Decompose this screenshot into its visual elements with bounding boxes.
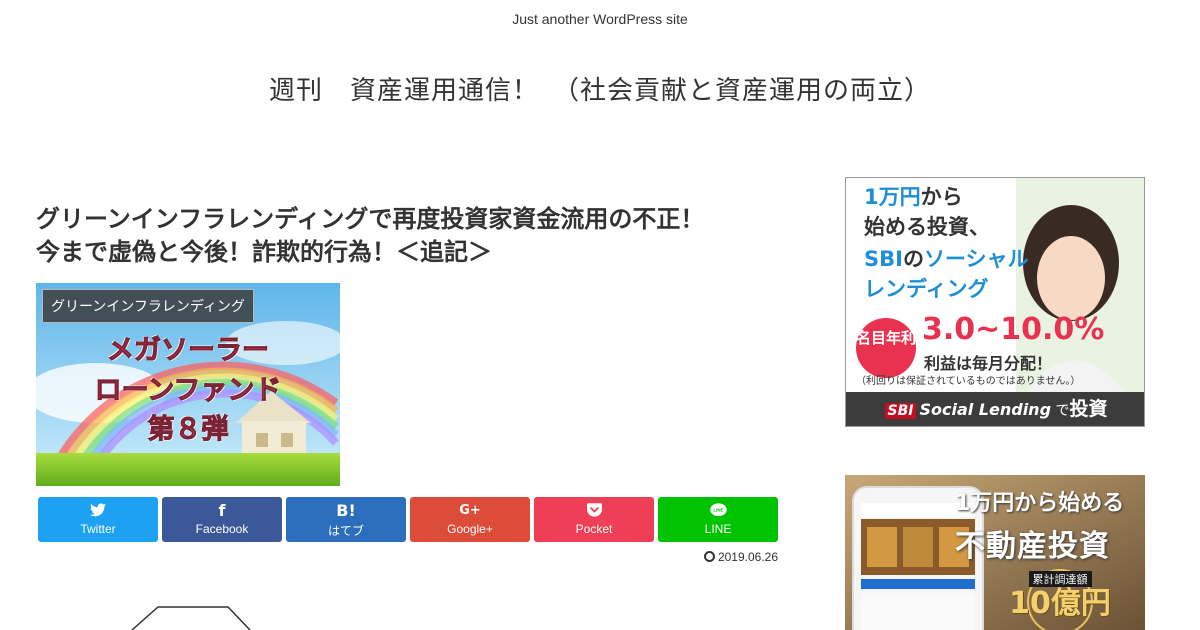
share-pocket-label: Pocket	[575, 522, 613, 536]
ad1-line3: SBIのソーシャル	[864, 247, 1029, 271]
eyecatch-text-1: メガソーラー	[107, 335, 270, 367]
article-title-line2: 今まで虚偽と今後！詐欺的行為！＜追記＞	[36, 238, 492, 266]
sbi-logo: SBI	[884, 403, 917, 419]
share-facebook-button[interactable]: f Facebook	[162, 497, 282, 542]
ad2-headline: 1万円から始める	[955, 491, 1125, 516]
ad2-badge-label: 累計調達額	[1028, 571, 1092, 587]
ad1-line1: 1万円から	[864, 185, 963, 209]
google-plus-icon: G+	[459, 503, 481, 518]
post-date-text: 2019.06.26	[717, 550, 778, 564]
post-date: 2019.06.26	[600, 550, 778, 564]
category-label[interactable]: グリーンインフラレンディング	[42, 289, 254, 323]
clock-icon	[703, 551, 715, 562]
ad1-line4: レンディング	[864, 277, 989, 301]
hatena-icon: B!	[336, 501, 356, 520]
site-title[interactable]: 週刊 資産運用通信！ （社会貢献と資産運用の両立）	[0, 70, 1200, 107]
share-hatena-label: はてブ	[327, 524, 364, 538]
ad1-bottom-bar: SBI Social Lending で投資	[846, 392, 1144, 426]
ad1-line2: 始める投資、	[864, 215, 990, 239]
share-facebook-label: Facebook	[195, 522, 249, 536]
eyecatch-text-2: ローンファンド	[94, 375, 282, 407]
facebook-icon: f	[218, 501, 226, 520]
ad2-badge-value: 10億円	[1009, 586, 1111, 621]
site-tagline: Just another WordPress site	[512, 11, 688, 27]
share-buttons: Twitter f Facebook B! はてブ G+ Google+ Poc…	[38, 497, 778, 542]
share-line-button[interactable]: LINE LINE	[658, 497, 778, 542]
svg-text:LINE: LINE	[713, 508, 723, 513]
share-pocket-button[interactable]: Pocket	[534, 497, 654, 542]
share-google-plus-label: Google+	[447, 522, 493, 536]
article-title: グリーンインフラレンディングで再度投資家資金流用の不正！ 今まで虚偽と今後！詐欺…	[36, 203, 796, 269]
pocket-icon	[534, 503, 654, 521]
share-hatena-button[interactable]: B! はてブ	[286, 497, 406, 542]
real-estate-crowdfunding-ad[interactable]: 1万円から始める 不動産投資 累計調達額 10億円	[845, 475, 1145, 630]
ad1-rate: 3.0~10.0%	[922, 312, 1105, 347]
share-twitter-label: Twitter	[80, 522, 116, 536]
ad1-note: （利回りは保証されているものではありません。）	[856, 376, 1081, 387]
share-google-plus-button[interactable]: G+ Google+	[410, 497, 530, 542]
share-line-label: LINE	[704, 522, 732, 536]
eyecatch-text-3: 第８弾	[147, 414, 229, 446]
toc-box-corner	[131, 606, 251, 630]
line-icon: LINE	[658, 503, 778, 521]
sbi-social-lending-ad[interactable]: 1万円から 始める投資、 SBIのソーシャル レンディング 名目年利 3.0~1…	[845, 177, 1145, 427]
share-twitter-button[interactable]: Twitter	[38, 497, 158, 542]
twitter-icon	[38, 503, 158, 521]
ad2-title: 不動産投資	[955, 529, 1110, 564]
ad2-badge: 累計調達額 10億円	[1005, 568, 1115, 630]
ad1-circle-badge: 名目年利	[856, 318, 916, 378]
ad1-subtitle: 利益は毎月分配！	[924, 354, 1053, 373]
article-title-line1: グリーンインフラレンディングで再度投資家資金流用の不正！	[36, 205, 705, 233]
